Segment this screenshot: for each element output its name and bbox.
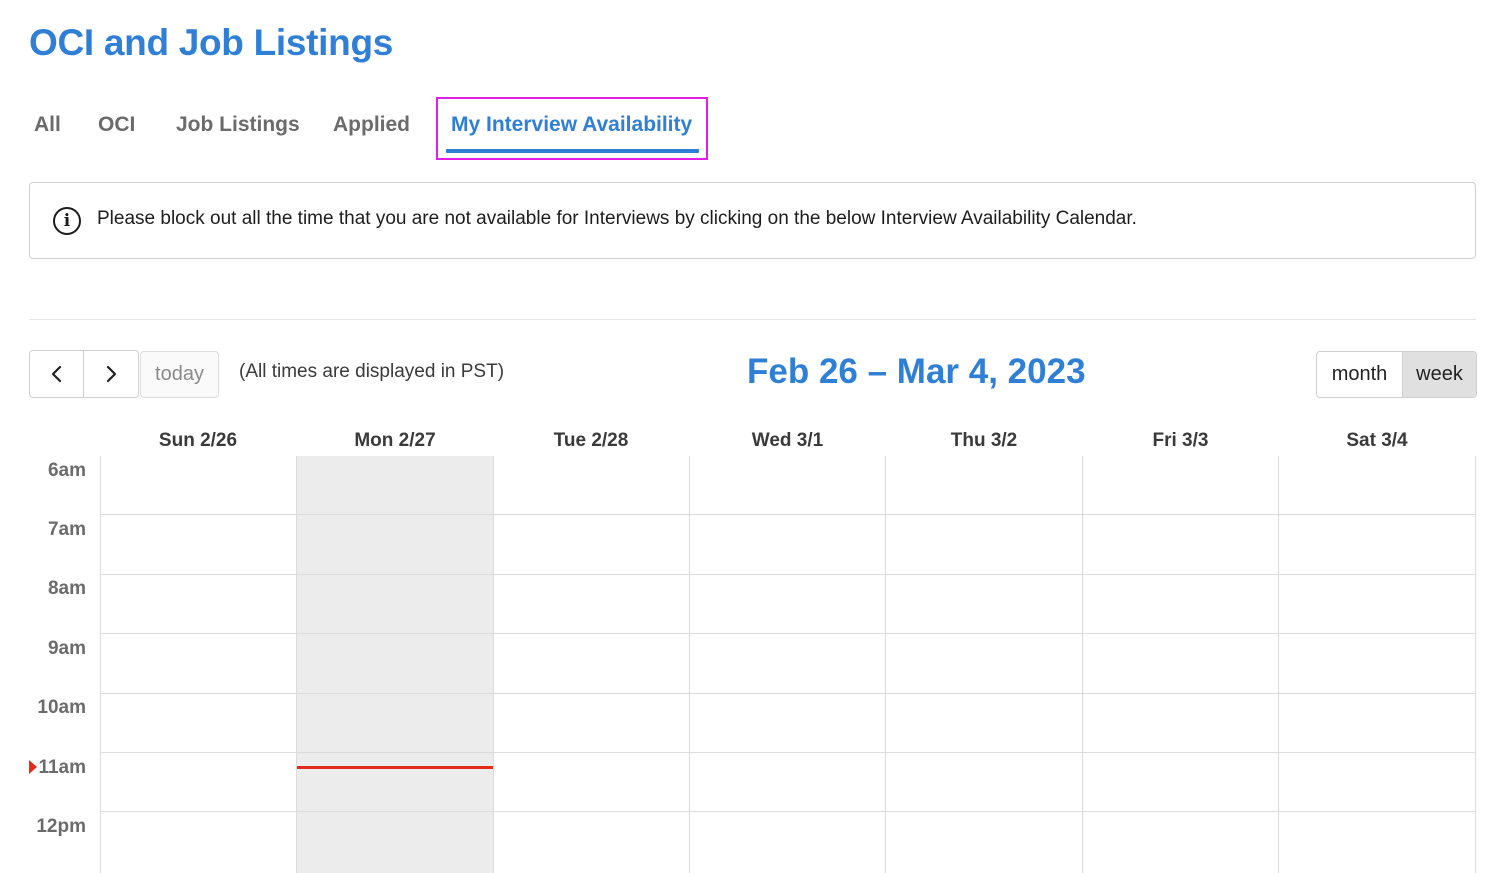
tab-all[interactable]: All xyxy=(34,100,61,152)
hour-label-9am: 9am xyxy=(47,638,86,659)
hour-label-7am: 7am xyxy=(47,519,86,540)
info-banner: i Please block out all the time that you… xyxy=(29,182,1476,259)
timezone-note: (All times are displayed in PST) xyxy=(239,361,505,382)
chevron-left-icon xyxy=(51,365,61,383)
hour-label-12pm: 12pm xyxy=(36,816,86,837)
hour-line xyxy=(100,574,1476,575)
tab-highlight-box xyxy=(436,97,708,160)
calendar-title: Feb 26 – Mar 4, 2023 xyxy=(747,352,1086,391)
hour-label-8am: 8am xyxy=(47,578,86,599)
day-header-thu: Thu 3/2 xyxy=(950,430,1018,451)
tab-applied[interactable]: Applied xyxy=(333,100,410,152)
hour-line xyxy=(100,514,1476,515)
page-title: OCI and Job Listings xyxy=(29,22,394,63)
hour-label-11am: 11am xyxy=(38,757,86,778)
week-view-button[interactable]: week xyxy=(1403,352,1476,397)
hour-label-6am: 6am xyxy=(47,460,86,481)
hour-line xyxy=(100,633,1476,634)
next-week-button[interactable] xyxy=(84,350,139,398)
prev-week-button[interactable] xyxy=(29,350,84,398)
day-header-wed: Wed 3/1 xyxy=(751,430,824,451)
hour-line xyxy=(100,693,1476,694)
view-switcher: month week xyxy=(1316,351,1477,398)
day-header-sat: Sat 3/4 xyxy=(1346,430,1408,451)
hour-line xyxy=(100,752,1476,753)
chevron-right-icon xyxy=(106,365,117,383)
info-message: Please block out all the time that you a… xyxy=(97,208,1137,229)
now-indicator-line xyxy=(297,766,493,769)
tab-job-listings[interactable]: Job Listings xyxy=(176,100,300,152)
tab-bar: All OCI Job Listings Applied My Intervie… xyxy=(0,97,760,160)
section-divider xyxy=(29,319,1476,320)
hour-line xyxy=(100,811,1476,812)
today-button[interactable]: today xyxy=(140,351,219,398)
hour-label-10am: 10am xyxy=(37,697,86,718)
tab-oci[interactable]: OCI xyxy=(98,100,135,152)
day-header-tue: Tue 2/28 xyxy=(553,430,629,451)
day-header-fri: Fri 3/3 xyxy=(1152,430,1209,451)
month-view-button[interactable]: month xyxy=(1317,352,1403,397)
calendar-nav-group xyxy=(29,350,139,398)
now-indicator-arrow xyxy=(29,760,37,774)
info-icon: i xyxy=(53,207,81,235)
day-header-mon: Mon 2/27 xyxy=(354,430,436,451)
day-header-sun: Sun 2/26 xyxy=(158,430,238,451)
